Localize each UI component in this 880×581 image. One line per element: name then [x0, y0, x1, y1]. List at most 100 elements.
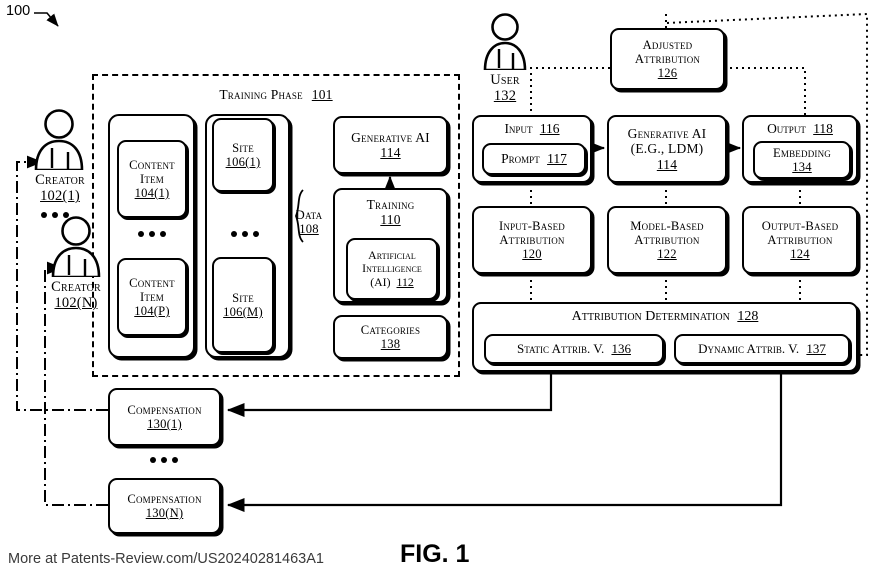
training-label: Training	[366, 197, 415, 212]
dotted-adjusted-to-output	[724, 67, 806, 120]
prompt-label: Prompt	[501, 151, 540, 167]
compensation-1-label: Compensation	[127, 402, 202, 417]
site-1-line1: Site	[232, 140, 254, 155]
training-ref: 110	[380, 212, 401, 228]
training-box[interactable]: Training 110 Artificial Intelligence (AI…	[333, 188, 448, 303]
training-phase-title: Training Phase	[219, 87, 303, 102]
input-box[interactable]: Input 116 Prompt 117	[472, 115, 592, 183]
dotted-adjusted-to-input	[530, 67, 610, 120]
content-item-p-line2: Item	[140, 289, 164, 304]
site-1-ref: 106(1)	[225, 155, 261, 169]
input-based-line1: Input-Based	[499, 218, 565, 233]
ai-ref: 112	[396, 274, 414, 289]
training-generative-ai-label: Generative AI	[351, 129, 430, 145]
dynamic-attrib-ref: 137	[806, 340, 826, 356]
model-based-attribution-box[interactable]: Model-Based Attribution 122	[607, 206, 727, 274]
input-ref: 116	[539, 121, 560, 136]
ai-line3-wrap: (AI) 112	[370, 274, 414, 289]
static-attrib-label-wrap: Static Attrib. V. 136	[517, 340, 631, 357]
data-label-group: Data 108	[286, 208, 332, 236]
output-based-ref: 124	[790, 247, 810, 262]
embedding-label: Embedding	[773, 145, 831, 160]
data-ref: 108	[299, 222, 319, 237]
categories-box[interactable]: Categories 138	[333, 315, 448, 359]
data-label: Data	[295, 208, 323, 222]
output-box[interactable]: Output 118 Embedding 134	[742, 115, 858, 183]
figure-caption: FIG. 1	[400, 540, 470, 568]
attribution-determination-ref: 128	[737, 309, 759, 324]
creator-n-label: Creator	[51, 279, 101, 295]
creator-1-ref: 102(1)	[40, 188, 80, 205]
content-items-ellipsis	[135, 231, 168, 237]
artificial-intelligence-box[interactable]: Artificial Intelligence (AI) 112	[346, 238, 438, 300]
compensation-1-box[interactable]: Compensation 130(1)	[108, 388, 221, 446]
adjusted-attribution-line2: Attribution	[634, 51, 701, 66]
content-item-1-box[interactable]: Content Item 104(1)	[117, 140, 187, 218]
site-m-ref: 106(M)	[223, 305, 263, 319]
attribution-determination-label-wrap: Attribution Determination 128	[572, 309, 759, 325]
attribution-determination-label: Attribution Determination	[571, 309, 730, 324]
training-phase-ref: 101	[311, 87, 333, 102]
output-based-line1: Output-Based	[761, 218, 839, 233]
static-attribution-value-box[interactable]: Static Attrib. V. 136	[484, 334, 664, 364]
user-label-group: User 132	[473, 72, 537, 104]
inference-genai-line1: Generative AI	[627, 126, 707, 142]
creator-1-label: Creator	[35, 172, 85, 188]
ai-line3: (AI)	[370, 274, 391, 289]
creator-n-avatar-icon	[45, 215, 107, 279]
model-based-line1: Model-Based	[630, 218, 704, 233]
attribution-determination-box[interactable]: Attribution Determination 128 Static Att…	[472, 302, 858, 372]
site-m-box[interactable]: Site 106(M)	[212, 257, 274, 353]
output-based-attribution-box[interactable]: Output-Based Attribution 124	[742, 206, 858, 274]
input-based-attribution-box[interactable]: Input-Based Attribution 120	[472, 206, 592, 274]
content-item-p-ref: 104(P)	[134, 304, 170, 319]
content-item-p-box[interactable]: Content Item 104(P)	[117, 258, 187, 336]
sites-ellipsis	[228, 231, 261, 237]
static-attrib-label: Static Attrib. V.	[517, 340, 605, 356]
user-avatar-icon	[479, 12, 531, 72]
output-label-wrap: Output 118	[767, 121, 833, 136]
line-determination-to-compensation-1	[226, 372, 553, 418]
model-based-ref: 122	[657, 247, 677, 262]
categories-ref: 138	[380, 337, 401, 351]
prompt-box[interactable]: Prompt 117	[482, 143, 586, 175]
ref-leader-100	[34, 12, 59, 27]
user-label: User	[490, 72, 520, 88]
inference-genai-line2: (E.G., LDM)	[630, 141, 704, 157]
compensation-n-label: Compensation	[127, 491, 202, 506]
inference-generative-ai-box[interactable]: Generative AI (E.G., LDM) 114	[607, 115, 727, 183]
creator-n-ref: 102(N)	[54, 295, 98, 312]
dynamic-attrib-label-wrap: Dynamic Attrib. V. 137	[698, 340, 826, 357]
compensation-n-ref: 130(N)	[145, 506, 184, 520]
compensation-n-box[interactable]: Compensation 130(N)	[108, 478, 221, 534]
prompt-label-wrap: Prompt 117	[501, 151, 567, 166]
prompt-ref: 117	[547, 151, 567, 167]
embedding-box[interactable]: Embedding 134	[753, 141, 851, 179]
training-generative-ai-box[interactable]: Generative AI 114	[333, 116, 448, 174]
dynamic-attrib-label: Dynamic Attrib. V.	[698, 340, 800, 356]
content-item-p-line1: Content	[129, 275, 175, 290]
figure-ref-tag: 100	[6, 3, 31, 19]
adjusted-attribution-line1: Adjusted	[642, 37, 693, 52]
adjusted-attribution-box[interactable]: Adjusted Attribution 126	[610, 28, 725, 90]
training-generative-ai-ref: 114	[380, 145, 401, 160]
static-attrib-ref: 136	[611, 340, 631, 356]
dynamic-attribution-value-box[interactable]: Dynamic Attrib. V. 137	[674, 334, 850, 364]
figure-canvas: 100 Creator 102(1) Creator 102(N) Traini…	[0, 0, 880, 581]
creator-1-label-group: Creator 102(1)	[12, 172, 108, 204]
content-item-1-line2: Item	[140, 171, 164, 186]
output-based-line2: Attribution	[767, 232, 833, 247]
adjusted-attribution-ref: 126	[657, 66, 678, 81]
input-based-ref: 120	[522, 247, 542, 262]
content-item-1-ref: 104(1)	[134, 186, 170, 201]
categories-label: Categories	[360, 322, 421, 337]
inference-genai-ref: 114	[656, 156, 678, 172]
user-ref: 132	[493, 88, 517, 105]
creator-1-avatar-icon	[28, 108, 90, 172]
site-1-box[interactable]: Site 106(1)	[212, 118, 274, 192]
input-label: Input	[504, 121, 533, 136]
model-based-line2: Attribution	[634, 232, 700, 247]
compensation-ellipsis	[147, 457, 180, 463]
site-m-line1: Site	[232, 290, 254, 305]
output-ref: 118	[813, 121, 833, 136]
